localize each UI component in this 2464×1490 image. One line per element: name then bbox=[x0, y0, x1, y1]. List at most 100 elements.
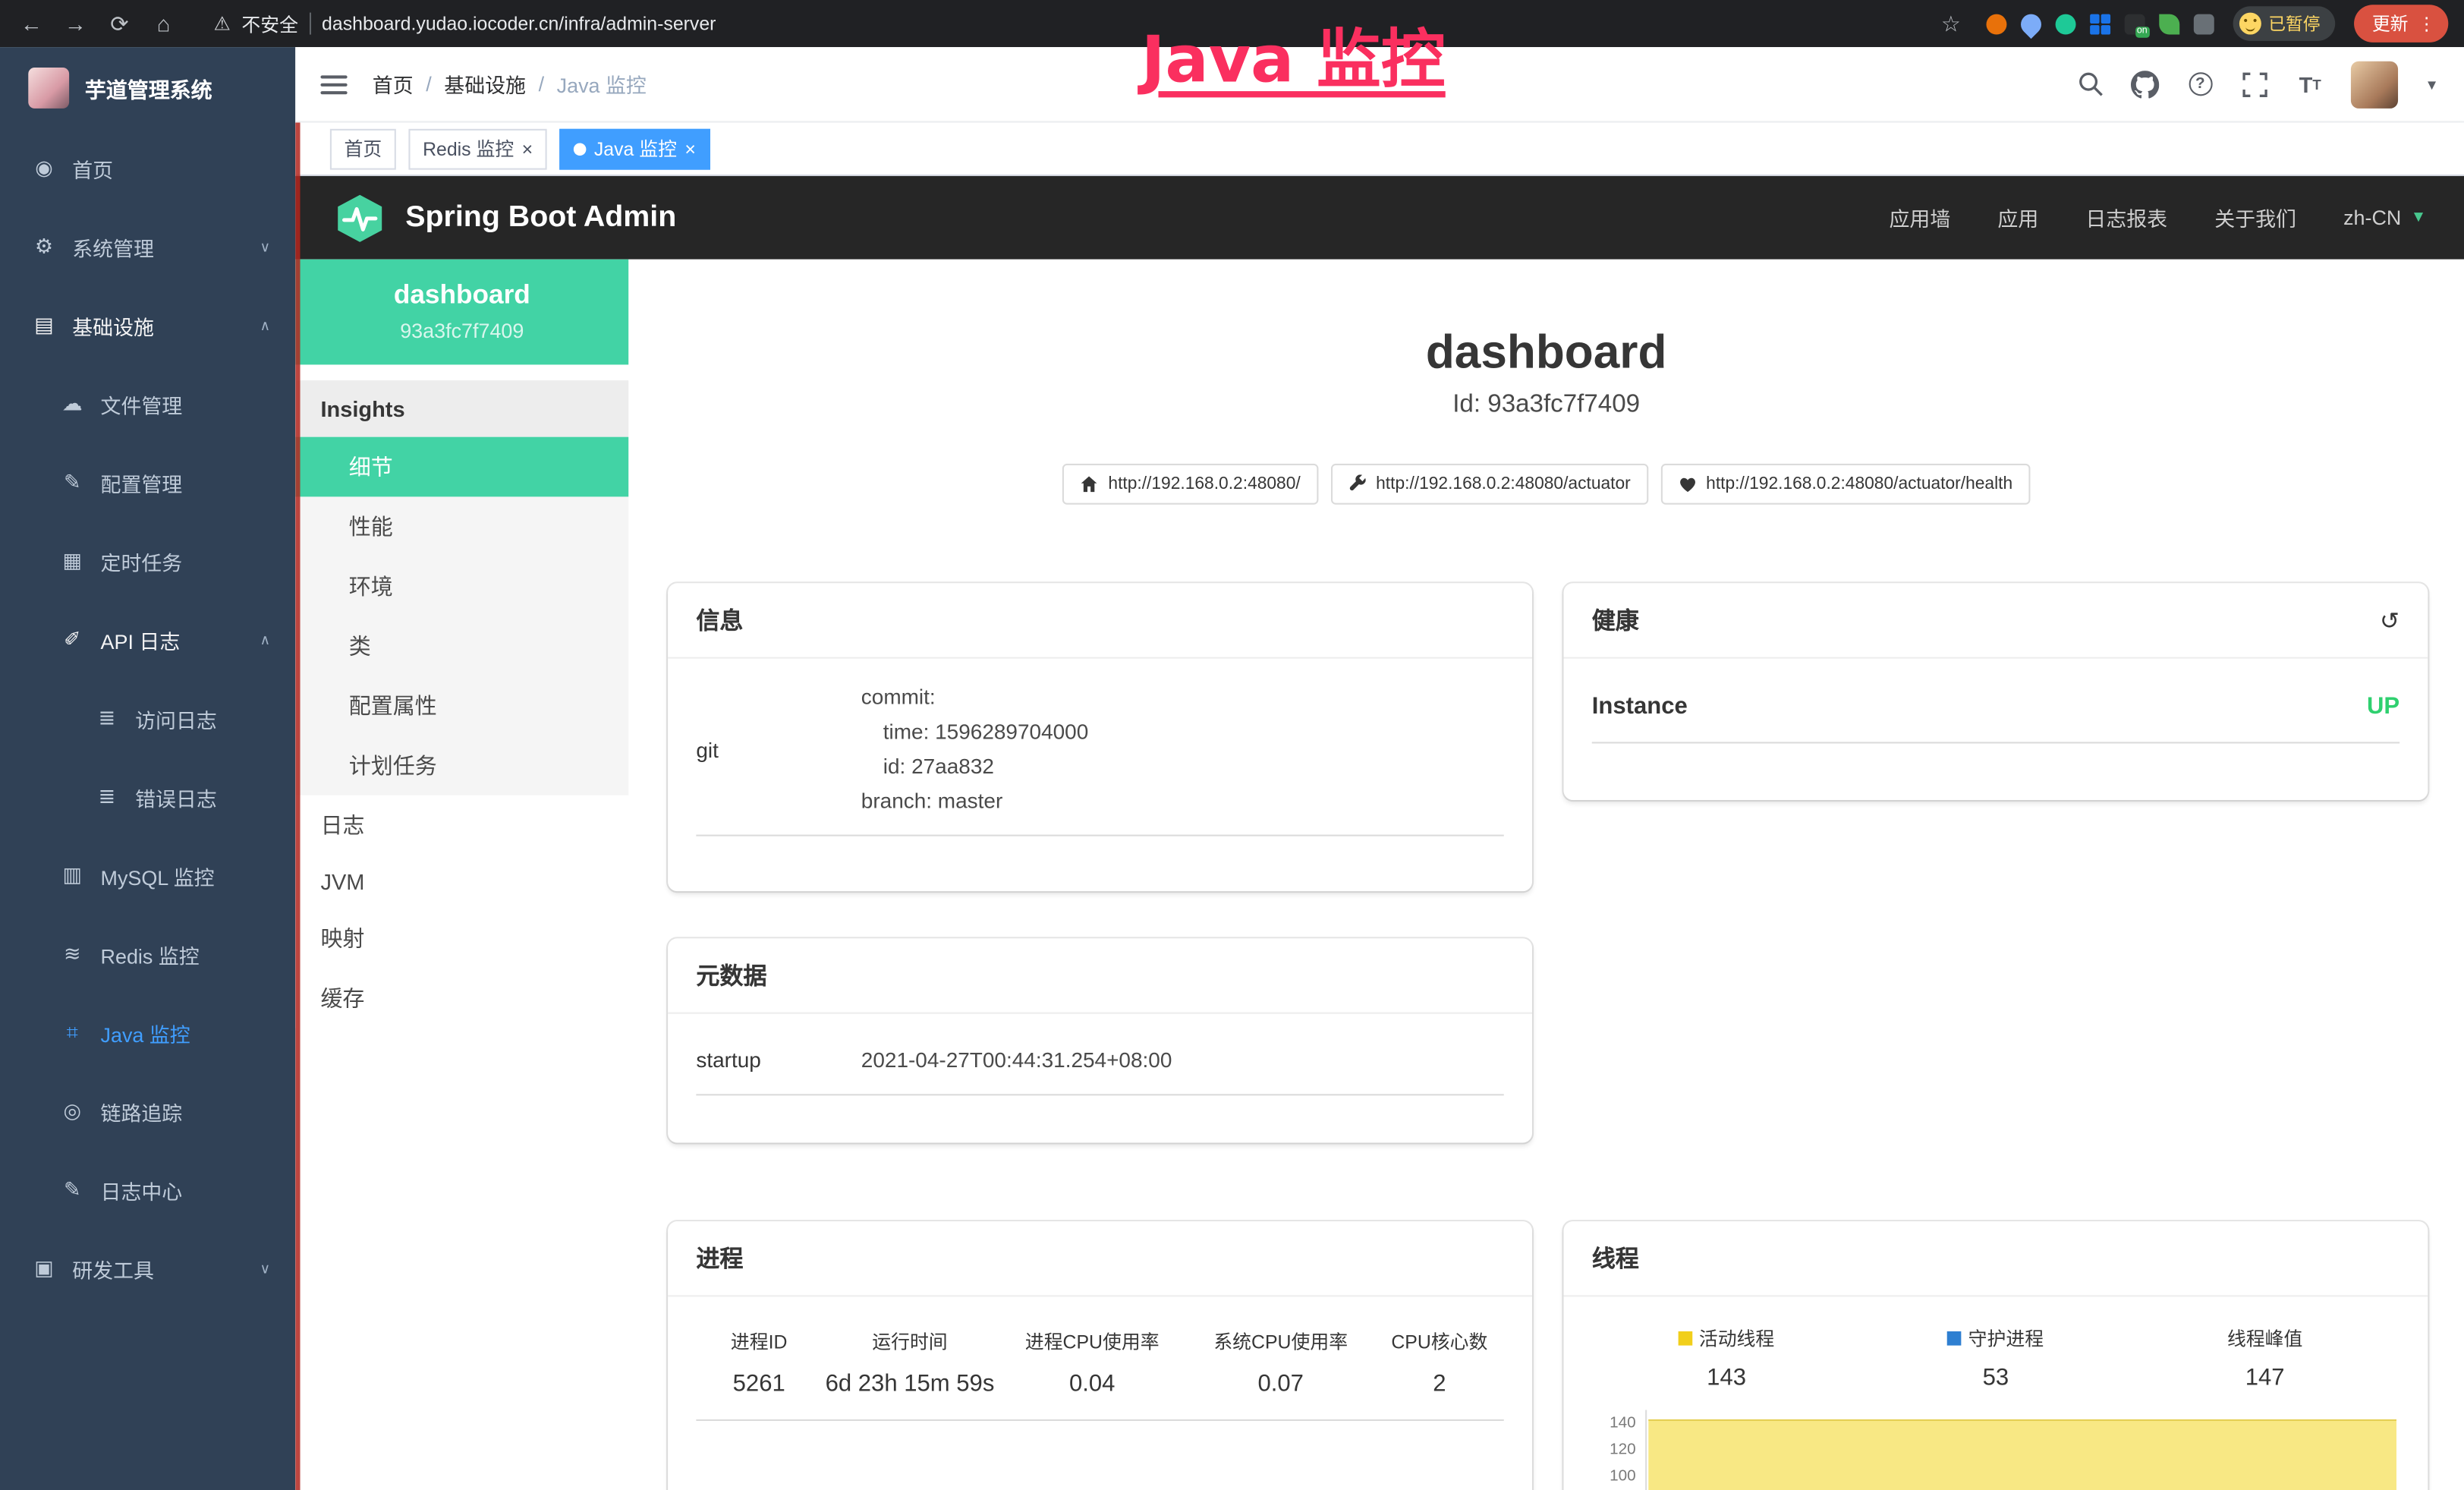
sba-nav-applications[interactable]: 应用 bbox=[1997, 203, 2038, 232]
tab-home[interactable]: 首页 bbox=[330, 128, 396, 169]
browser-home-icon[interactable]: ⌂ bbox=[148, 0, 179, 47]
sidebar-item-home[interactable]: ◉ 首页 bbox=[0, 129, 295, 208]
sba-item-config-props[interactable]: 配置属性 bbox=[295, 676, 628, 736]
threads-legend: 活动线程 143 守护进程 bbox=[1592, 1318, 2399, 1391]
spring-boot-admin: Spring Boot Admin 应用墙 应用 日志报表 关于我们 zh-CN… bbox=[295, 176, 2464, 1490]
sba-item-logs[interactable]: 日志 bbox=[295, 795, 628, 855]
sba-nav-journal[interactable]: 日志报表 bbox=[2085, 203, 2167, 232]
sidebar-item-files[interactable]: ☁ 文件管理 bbox=[0, 364, 295, 443]
sba-nav-wall[interactable]: 应用墙 bbox=[1889, 203, 1950, 232]
extension-icon[interactable] bbox=[2124, 14, 2145, 34]
col-system-cpu: 系统CPU使用率 bbox=[1213, 1328, 1348, 1355]
sba-item-environment[interactable]: 环境 bbox=[295, 556, 628, 616]
startup-value: 2021-04-27T00:44:31.254+08:00 bbox=[861, 1048, 1172, 1072]
col-uptime: 运行时间 bbox=[872, 1328, 947, 1355]
sba-item-mappings[interactable]: 映射 bbox=[295, 909, 628, 969]
y-tick: 120 bbox=[1592, 1437, 1636, 1463]
wrench-icon bbox=[1348, 474, 1367, 493]
service-url-link[interactable]: http://192.168.0.2:48080/ bbox=[1062, 464, 1317, 505]
sba-item-classes[interactable]: 类 bbox=[295, 616, 628, 676]
java-monitor-icon: ⌗ bbox=[60, 1020, 85, 1045]
health-heart-icon bbox=[1678, 474, 1697, 493]
sidebar-item-error-logs[interactable]: ≣ 错误日志 bbox=[0, 758, 295, 836]
sidebar-item-label: 链路追踪 bbox=[101, 1096, 183, 1126]
sidebar-item-schedule[interactable]: ▦ 定时任务 bbox=[0, 522, 295, 601]
back-icon[interactable]: ← bbox=[16, 0, 47, 47]
card-header: 进程 bbox=[668, 1221, 1532, 1296]
health-url-link[interactable]: http://192.168.0.2:48080/actuator/health bbox=[1660, 464, 2030, 505]
reload-icon[interactable]: ⟳ bbox=[104, 0, 135, 47]
info-row-git: git commit: time: 1596289704000 id: 27aa… bbox=[696, 681, 1503, 836]
sidebar-item-system[interactable]: ⚙ 系统管理 ∨ bbox=[0, 207, 295, 286]
sba-item-jvm[interactable]: JVM bbox=[295, 855, 628, 909]
active-dot bbox=[574, 142, 587, 155]
extension-icon[interactable] bbox=[1985, 14, 2006, 34]
sba-language-value: zh-CN bbox=[2343, 206, 2401, 229]
cards-grid: 信息 git commit: time: 1596289704000 bbox=[628, 583, 2464, 1490]
sidebar-item-tracing[interactable]: ◎ 链路追踪 bbox=[0, 1072, 295, 1151]
profile-sync-paused-chip[interactable]: 已暂停 bbox=[2233, 6, 2335, 41]
log-center-icon: ✎ bbox=[60, 1177, 85, 1202]
sidebar-item-java-monitor[interactable]: ⌗ Java 监控 bbox=[0, 994, 295, 1073]
legend-swatch-blue bbox=[1948, 1331, 1962, 1346]
sba-nav-about[interactable]: 关于我们 bbox=[2214, 203, 2296, 232]
hamburger-icon[interactable] bbox=[320, 74, 347, 93]
fullscreen-icon[interactable] bbox=[2241, 70, 2269, 98]
tab-redis-monitor[interactable]: Redis 监控 × bbox=[408, 128, 546, 169]
actuator-url-link[interactable]: http://192.168.0.2:48080/actuator bbox=[1330, 464, 1647, 505]
extension-icon[interactable] bbox=[2016, 9, 2044, 38]
close-icon[interactable]: × bbox=[684, 139, 696, 158]
help-icon[interactable]: ? bbox=[2186, 70, 2214, 98]
close-icon[interactable]: × bbox=[522, 139, 533, 158]
sba-brand[interactable]: Spring Boot Admin bbox=[405, 200, 676, 235]
sidebar-item-label: 访问日志 bbox=[135, 704, 217, 733]
breadcrumb-home[interactable]: 首页 bbox=[373, 69, 414, 99]
sidebar-item-redis[interactable]: ≋ Redis 监控 bbox=[0, 915, 295, 994]
sidebar-item-log-center[interactable]: ✎ 日志中心 bbox=[0, 1151, 295, 1230]
tab-label: Redis 监控 bbox=[423, 135, 514, 162]
sidebar-item-label: MySQL 监控 bbox=[101, 861, 215, 890]
sba-item-details[interactable]: 细节 bbox=[295, 437, 628, 497]
card-body: git commit: time: 1596289704000 id: 27aa… bbox=[668, 659, 1532, 836]
legend-swatch-yellow bbox=[1679, 1331, 1693, 1346]
extension-icon[interactable] bbox=[2055, 14, 2075, 34]
browser-menu-icon[interactable]: ⋮ bbox=[2418, 13, 2436, 35]
extension-icon[interactable] bbox=[2158, 14, 2179, 34]
app-logo[interactable]: 芋道管理系统 bbox=[0, 47, 295, 129]
sba-item-scheduled-tasks[interactable]: 计划任务 bbox=[295, 736, 628, 795]
breadcrumb-infrastructure[interactable]: 基础设施 bbox=[444, 69, 526, 99]
col-process-cpu: 进程CPU使用率 bbox=[1025, 1328, 1160, 1355]
process-table-values: 5261 6d 23h 15m 59s 0.04 0.07 2 bbox=[696, 1361, 1503, 1421]
sidebar-item-api-logs[interactable]: ✐ API 日志 ∧ bbox=[0, 600, 295, 679]
extension-icon[interactable] bbox=[2089, 14, 2098, 23]
sba-header: Spring Boot Admin 应用墙 应用 日志报表 关于我们 zh-CN… bbox=[295, 176, 2464, 260]
sidebar-item-config[interactable]: ✎ 配置管理 bbox=[0, 443, 295, 522]
user-avatar[interactable] bbox=[2351, 61, 2398, 108]
forward-icon[interactable]: → bbox=[60, 0, 91, 47]
history-icon[interactable]: ↺ bbox=[2380, 606, 2399, 634]
caret-down-icon[interactable]: ▼ bbox=[2425, 76, 2438, 92]
card-title: 进程 bbox=[696, 1242, 743, 1274]
address-bar[interactable]: ⚠ 不安全 dashboard.yudao.iocoder.cn/infra/a… bbox=[214, 10, 716, 36]
chevron-up-icon: ∧ bbox=[260, 631, 271, 648]
font-size-icon[interactable]: TT bbox=[2296, 70, 2324, 98]
sba-language-select[interactable]: zh-CN ▼ bbox=[2343, 206, 2426, 229]
sba-item-caches[interactable]: 缓存 bbox=[295, 969, 628, 1029]
tab-java-monitor[interactable]: Java 监控 × bbox=[559, 128, 710, 169]
github-icon[interactable] bbox=[2131, 70, 2159, 98]
sba-logo-icon[interactable] bbox=[333, 191, 386, 244]
sba-insights-group: 细节 性能 环境 类 配置属性 计划任务 bbox=[295, 437, 628, 795]
search-icon[interactable] bbox=[2076, 70, 2104, 98]
puzzle-extension-icon[interactable] bbox=[2193, 14, 2214, 34]
bookmark-star-icon[interactable]: ☆ bbox=[1935, 0, 1966, 47]
sidebar-item-infrastructure[interactable]: ▤ 基础设施 ∧ bbox=[0, 286, 295, 365]
sidebar-item-access-logs[interactable]: ≣ 访问日志 bbox=[0, 679, 295, 758]
commit-time: time: 1596289704000 bbox=[861, 715, 1088, 750]
browser-update-button[interactable]: 更新 ⋮ bbox=[2353, 5, 2448, 43]
sidebar-item-mysql[interactable]: ▥ MySQL 监控 bbox=[0, 836, 295, 915]
sba-content: dashboard Id: 93a3fc7f7409 http://192.16… bbox=[628, 260, 2464, 1490]
sba-sidebar: dashboard 93a3fc7f7409 Insights 细节 性能 环境… bbox=[295, 260, 628, 1490]
sba-instance-header[interactable]: dashboard 93a3fc7f7409 bbox=[295, 260, 628, 365]
sba-item-performance[interactable]: 性能 bbox=[295, 496, 628, 556]
sidebar-item-devtools[interactable]: ▣ 研发工具 ∨ bbox=[0, 1229, 295, 1308]
